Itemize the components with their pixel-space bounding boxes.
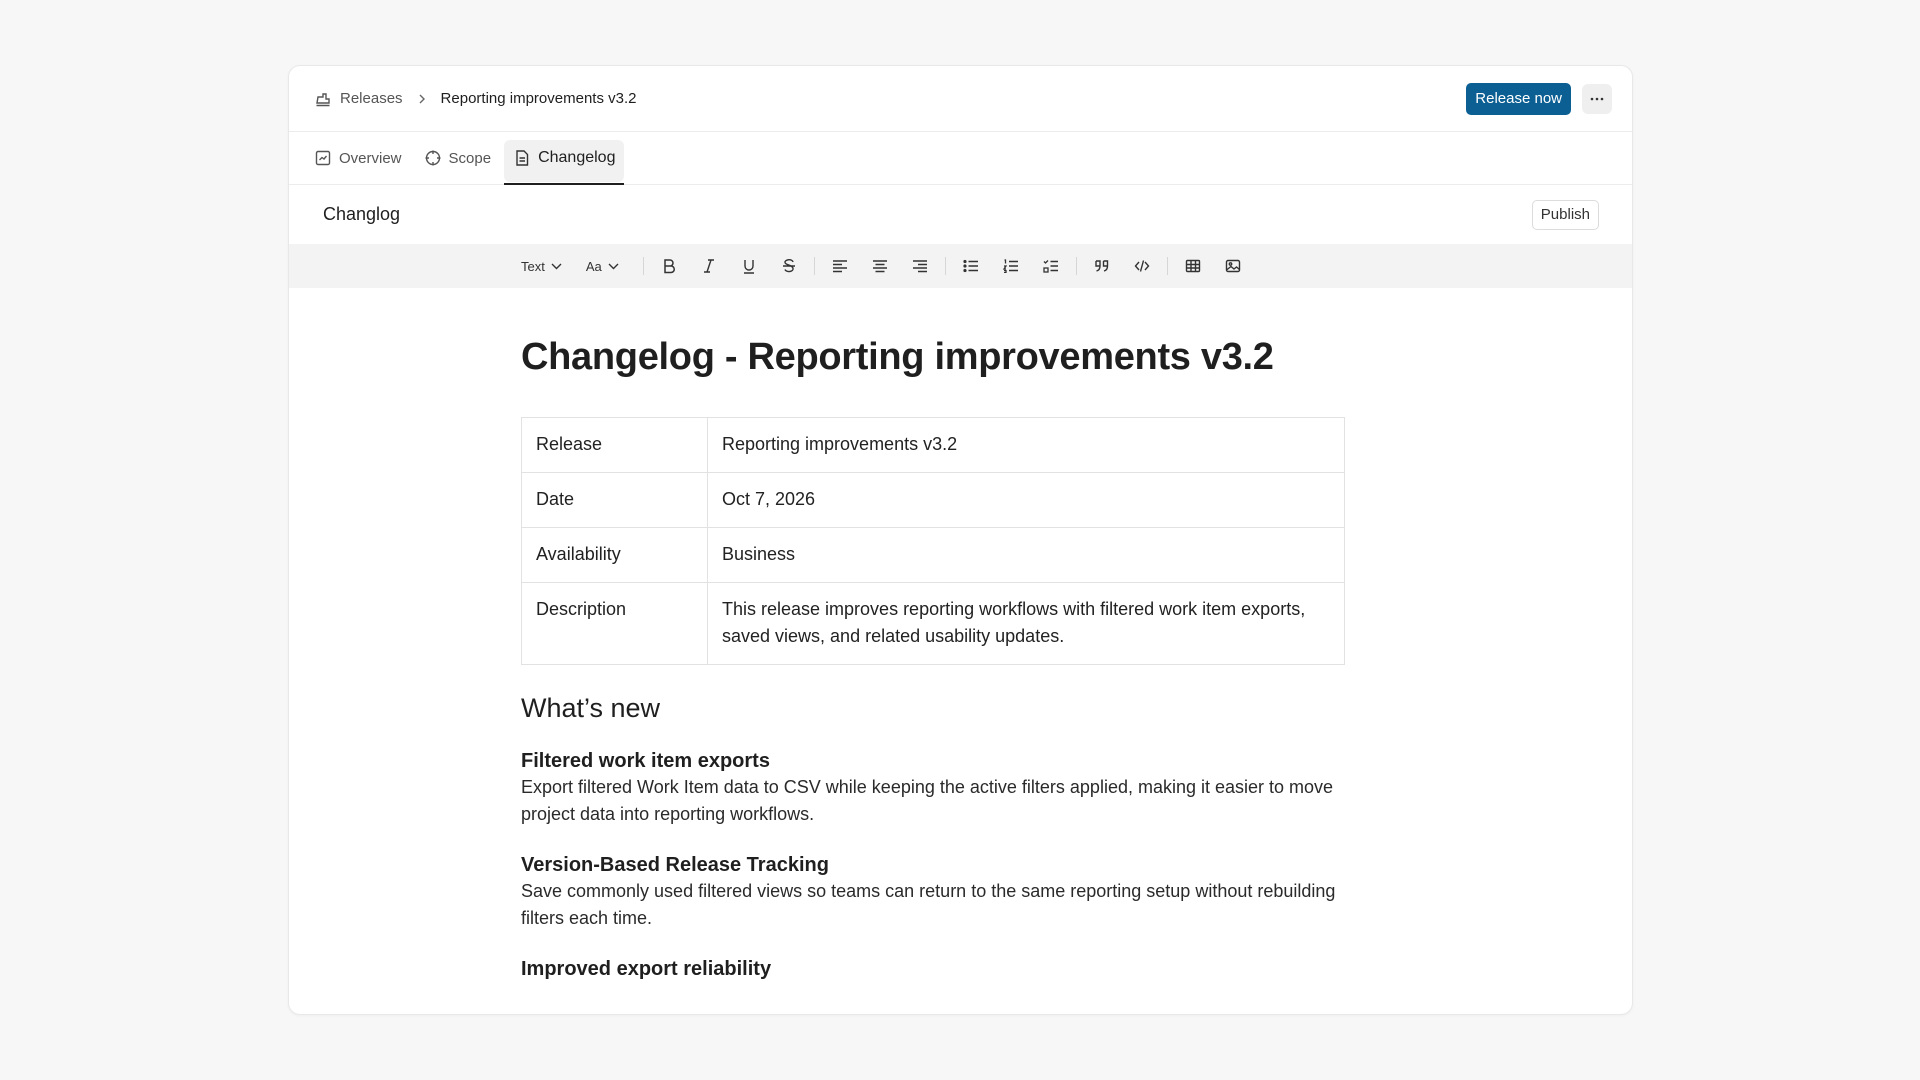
numbered-list-icon xyxy=(1002,259,1019,273)
chevron-down-icon xyxy=(602,263,619,270)
table-cell-value: Oct 7, 2026 xyxy=(707,472,1345,528)
bullet-list-button[interactable] xyxy=(956,251,986,281)
table-cell-value: Reporting improvements v3.2 xyxy=(707,417,1345,473)
tab-label: Scope xyxy=(448,149,492,167)
tab-overview[interactable]: Overview xyxy=(314,132,411,184)
strikethrough-button[interactable] xyxy=(774,251,804,281)
more-options-button[interactable] xyxy=(1582,83,1612,114)
tab-label: Overview xyxy=(339,149,402,167)
align-center-button[interactable] xyxy=(865,251,895,281)
table-cell-key: Availability xyxy=(521,527,708,583)
tab-changelog[interactable]: Changelog xyxy=(504,132,625,185)
bold-button[interactable] xyxy=(654,251,684,281)
toolbar-divider xyxy=(813,257,815,275)
chevron-down-icon xyxy=(545,263,562,270)
feature-item: Filtered work item exports Export filter… xyxy=(521,748,1349,828)
editor-toolbar: Text Aa xyxy=(289,244,1632,288)
page-header: Releases Reporting improvements v3.2 Rel… xyxy=(289,66,1632,132)
document-body[interactable]: Changelog - Reporting improvements v3.2 … xyxy=(289,288,1349,982)
publish-button[interactable]: Publish xyxy=(1531,199,1599,230)
document-name[interactable]: Changlog xyxy=(323,204,400,225)
breadcrumb: Releases Reporting improvements v3.2 xyxy=(314,90,636,108)
feature-title: Version-Based Release Tracking xyxy=(521,854,829,876)
font-size-label: Aa xyxy=(585,258,602,274)
releases-icon xyxy=(314,90,332,108)
section-heading: What’s new xyxy=(521,693,661,723)
toolbar-divider xyxy=(642,257,644,275)
table-button[interactable] xyxy=(1178,251,1208,281)
align-right-button[interactable] xyxy=(905,251,935,281)
table-row: Date Oct 7, 2026 xyxy=(521,472,1345,528)
strikethrough-icon xyxy=(782,258,796,274)
quote-icon xyxy=(1094,259,1110,273)
align-right-icon xyxy=(912,259,928,273)
breadcrumb-root[interactable]: Releases xyxy=(340,90,403,107)
align-center-icon xyxy=(872,259,888,273)
text-style-label: Text xyxy=(521,258,545,274)
italic-button[interactable] xyxy=(694,251,724,281)
align-left-button[interactable] xyxy=(825,251,855,281)
tab-label: Changelog xyxy=(538,149,616,166)
feature-title: Improved export reliability xyxy=(521,958,772,980)
table-cell-key: Date xyxy=(521,472,708,528)
document-title-bar: Changlog Publish xyxy=(289,185,1632,244)
ellipsis-icon xyxy=(1590,97,1604,101)
tab-scope[interactable]: Scope xyxy=(415,132,501,184)
feature-body: Export filtered Work Item data to CSV wh… xyxy=(521,777,1334,824)
document-title: Changelog - Reporting improvements v3.2 xyxy=(521,336,1274,378)
feature-title: Filtered work item exports xyxy=(521,750,770,772)
table-cell-key: Description xyxy=(521,582,708,665)
image-button[interactable] xyxy=(1218,251,1248,281)
checklist-icon xyxy=(1043,259,1059,273)
code-icon xyxy=(1134,259,1150,273)
scope-icon xyxy=(424,149,442,167)
checklist-button[interactable] xyxy=(1036,251,1066,281)
release-editor-card: Releases Reporting improvements v3.2 Rel… xyxy=(288,65,1633,1015)
overview-icon xyxy=(314,149,332,167)
bold-icon xyxy=(662,258,676,274)
table-cell-value: This release improves reporting workflow… xyxy=(707,582,1345,665)
table-icon xyxy=(1185,259,1201,273)
release-meta-table: Release Reporting improvements v3.2 Date… xyxy=(521,417,1345,665)
breadcrumb-current: Reporting improvements v3.2 xyxy=(440,90,637,107)
tab-bar: Overview Scope Changelog xyxy=(289,132,1632,185)
numbered-list-button[interactable] xyxy=(996,251,1026,281)
table-row: Release Reporting improvements v3.2 xyxy=(521,417,1345,473)
quote-button[interactable] xyxy=(1087,251,1117,281)
align-left-icon xyxy=(832,259,848,273)
bullet-list-icon xyxy=(963,259,979,273)
toolbar-divider xyxy=(1075,257,1077,275)
feature-item: Improved export reliability xyxy=(521,956,1349,982)
underline-button[interactable] xyxy=(734,251,764,281)
feature-item: Version-Based Release Tracking Save comm… xyxy=(521,852,1349,932)
feature-body: Save commonly used filtered views so tea… xyxy=(521,881,1336,928)
font-size-dropdown[interactable]: Aa xyxy=(586,259,619,274)
toolbar-divider xyxy=(944,257,946,275)
toolbar-divider xyxy=(1166,257,1168,275)
table-cell-value: Business xyxy=(707,527,1345,583)
chevron-right-icon xyxy=(417,93,427,105)
release-now-button[interactable]: Release now xyxy=(1466,82,1571,115)
code-button[interactable] xyxy=(1127,251,1157,281)
image-icon xyxy=(1225,259,1241,273)
underline-icon xyxy=(742,258,756,274)
table-row: Description This release improves report… xyxy=(521,582,1345,665)
table-cell-key: Release xyxy=(521,417,708,473)
italic-icon xyxy=(702,258,716,274)
table-row: Availability Business xyxy=(521,527,1345,583)
text-style-dropdown[interactable]: Text xyxy=(521,259,562,274)
document-icon xyxy=(513,149,531,167)
